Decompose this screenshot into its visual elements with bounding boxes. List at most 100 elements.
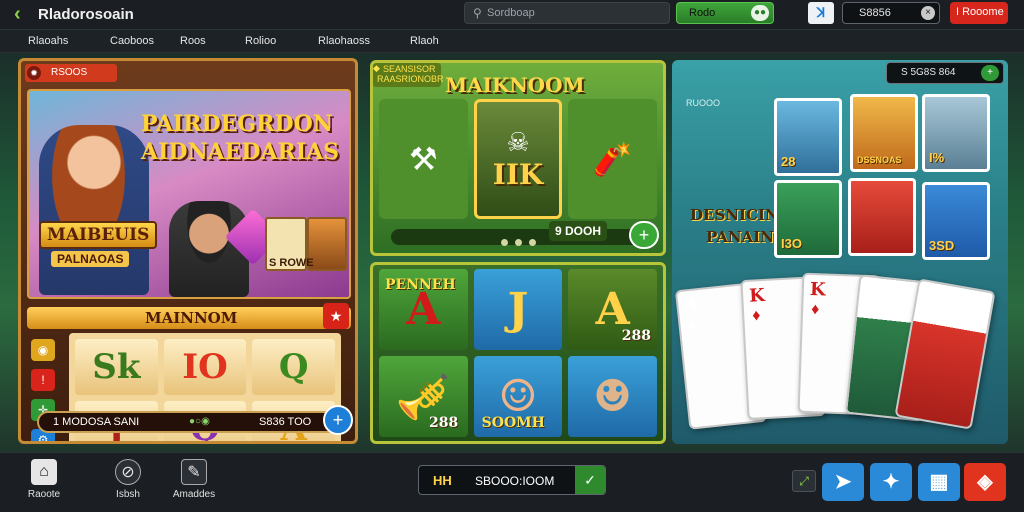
card-rank: K <box>809 278 826 301</box>
card-rank: K <box>864 281 883 304</box>
balance-value: S8856 <box>859 7 891 19</box>
bottom-nav-emblem[interactable]: ⊘ Isbsh <box>98 459 158 500</box>
home-icon: ⌂ <box>31 459 57 485</box>
app-title: Rladorosoain <box>38 6 134 23</box>
jungle-amount: 9 DOOH <box>549 221 608 241</box>
register-button-label: I Rooome <box>956 6 1004 18</box>
expand-icon[interactable]: ⤢ <box>792 470 816 492</box>
chat-icon: ●● <box>751 5 769 21</box>
back-arrow-icon[interactable]: ‹ <box>14 4 34 24</box>
bet-input[interactable]: HH SBOOO:IOOM ✓ <box>418 465 606 495</box>
card-game-title-line2: PANAIN <box>706 228 774 246</box>
progress-dots <box>391 229 655 246</box>
nav-item-6[interactable]: Rlaoh <box>410 35 439 47</box>
plus-icon[interactable]: + <box>981 65 999 81</box>
reel-symbol: IO <box>163 339 247 395</box>
card-game-panel[interactable]: S 5G8S 864 + RUOOO DESNICINI PANAIN 28 D… <box>672 60 1008 444</box>
character-card[interactable]: I% <box>922 94 990 172</box>
banner-price: S ROWE <box>269 257 314 269</box>
bottom-nav-label: Amaddes <box>172 489 216 500</box>
register-button[interactable]: I Rooome <box>950 2 1008 24</box>
nav-item-1[interactable]: Rlaoahs <box>28 35 68 47</box>
telegram-icon[interactable]: ➤ <box>822 463 864 501</box>
card-rank: A <box>683 294 700 317</box>
main-nav: Rlaoahs Caoboos Roos Rolioo Rlaohaoss Rl… <box>0 31 1024 53</box>
card-game-title-line1: DESNICINI <box>690 206 786 224</box>
character-card-value: 3SD <box>929 238 955 253</box>
character-card-value: DSSNOAS <box>857 155 902 165</box>
new-tag-line2: RAASRIONOBR <box>377 74 444 84</box>
skull-icon: ☠ <box>506 127 530 157</box>
bottom-nav-home[interactable]: ⌂ Raoote <box>14 459 74 500</box>
toggle-icon[interactable]: ●○◉ <box>189 416 210 427</box>
jungle-symbols: ⚒ ☠ IIK 🧨 <box>379 99 657 219</box>
nav-item-5[interactable]: Rlaohaoss <box>318 35 370 47</box>
jackpot-cell: ☠ IIK <box>473 99 563 219</box>
bottom-nav-label: Raoote <box>27 489 61 500</box>
letter-j-icon: J <box>473 269 563 350</box>
favorite-star-icon[interactable]: ★ <box>323 303 349 329</box>
coin-icon[interactable]: ◉ <box>31 339 55 361</box>
bet-value: SBOOO:IOOM <box>475 474 555 488</box>
slot-header: MAINNOM ★ <box>27 303 351 329</box>
card-rank: K <box>921 285 942 309</box>
slot-footer-right: S836 TOO <box>259 416 312 428</box>
add-button[interactable]: + <box>323 405 353 435</box>
slot-footer: 1 MODOSA SANI ●○◉ S836 TOO + <box>37 405 353 435</box>
character-card-value: I% <box>929 150 945 165</box>
card-rank: K <box>748 284 766 307</box>
deposit-button-label: Rodo <box>689 7 716 19</box>
hot-tag: ✹ RSOOS <box>25 64 117 82</box>
nav-item-4[interactable]: Rolioo <box>245 35 276 47</box>
card-panel-caption: RUOOO <box>686 98 721 108</box>
horn-icon: 🎺 288 <box>379 356 468 437</box>
bet-prefix: HH <box>433 473 452 488</box>
treasure-symbols: A PENNEH J A 288 🎺 288 ☺ SOOMH ☻ <box>379 269 657 437</box>
confirm-icon[interactable]: ✓ <box>575 466 605 494</box>
card-suit: ♦ <box>751 307 761 325</box>
balance-field[interactable]: S8856 × <box>842 2 940 24</box>
bottom-nav-edit[interactable]: ✎ Amaddes <box>164 459 224 500</box>
character-card[interactable]: DSSNOAS <box>850 94 918 172</box>
bottom-nav-label: Isbsh <box>116 489 140 500</box>
edit-icon: ✎ <box>181 459 207 485</box>
flag-icon[interactable]: ! <box>31 369 55 391</box>
twitter-button[interactable]: ꓘ <box>808 2 834 24</box>
add-button[interactable]: + <box>629 221 659 249</box>
game-banner[interactable]: PAIRDEGRDON AIDNAEDARIAS MAIBEUIS PALNAO… <box>27 89 351 299</box>
grid-icon[interactable]: ▦ <box>918 463 960 501</box>
badge-icon: ◆ <box>373 63 380 73</box>
torch-icon: 🧨 <box>568 99 657 219</box>
featured-game-panel[interactable]: ✹ RSOOS PAIRDEGRDON AIDNAEDARIAS MAIBEUI… <box>18 58 358 444</box>
reel-symbol: Q <box>252 339 335 395</box>
banner-title-line2: AIDNAEDARIAS <box>141 139 340 165</box>
treasure-game-panel[interactable]: A PENNEH J A 288 🎺 288 ☺ SOOMH ☻ <box>370 262 666 444</box>
card-jackpot-value: S 5G8S 864 <box>901 67 956 78</box>
nav-item-3[interactable]: Roos <box>180 35 206 47</box>
jungle-game-panel[interactable]: ◆ SEANSISOR RAASRIONOBR MAIKNOOM ⚒ ☠ IIK… <box>370 60 666 256</box>
flame-icon: ✹ <box>27 66 41 80</box>
banner-title-line1: PAIRDEGRDON <box>141 111 333 137</box>
character-card[interactable]: 3SD <box>922 182 990 260</box>
card-jackpot-badge: S 5G8S 864 + <box>886 62 1004 84</box>
banner-logo-sub: PALNAOAS <box>51 251 130 267</box>
nav-item-2[interactable]: Caoboos <box>110 35 154 47</box>
new-tag: ◆ SEANSISOR RAASRIONOBR <box>373 63 444 87</box>
search-placeholder: Sordboap <box>487 7 535 19</box>
close-icon[interactable]: × <box>921 6 935 20</box>
character-card[interactable]: I3O <box>774 180 842 258</box>
card-suit: ♦ <box>810 301 820 319</box>
twitter-icon[interactable]: ✦ <box>870 463 912 501</box>
card-suit: ♠ <box>687 316 698 335</box>
letter-a-red-icon: A PENNEH <box>379 269 468 350</box>
reddit-icon[interactable]: ◈ <box>964 463 1006 501</box>
search-input[interactable]: ⚲ Sordboap <box>464 2 670 24</box>
bottom-bar: ⌂ Raoote ⊘ Isbsh ✎ Amaddes HH SBOOO:IOOM… <box>0 452 1024 512</box>
treasure-label: PENNEH <box>385 277 456 293</box>
treasure-value-1: 288 <box>621 328 651 344</box>
deposit-button[interactable]: Rodo ●● <box>676 2 774 24</box>
character-card[interactable]: 28 <box>774 98 842 176</box>
character-card[interactable] <box>848 178 916 256</box>
character-card-value: 28 <box>781 154 796 169</box>
top-bar: ‹ Rladorosoain ⚲ Sordboap Rodo ●● ꓘ S885… <box>0 0 1024 30</box>
